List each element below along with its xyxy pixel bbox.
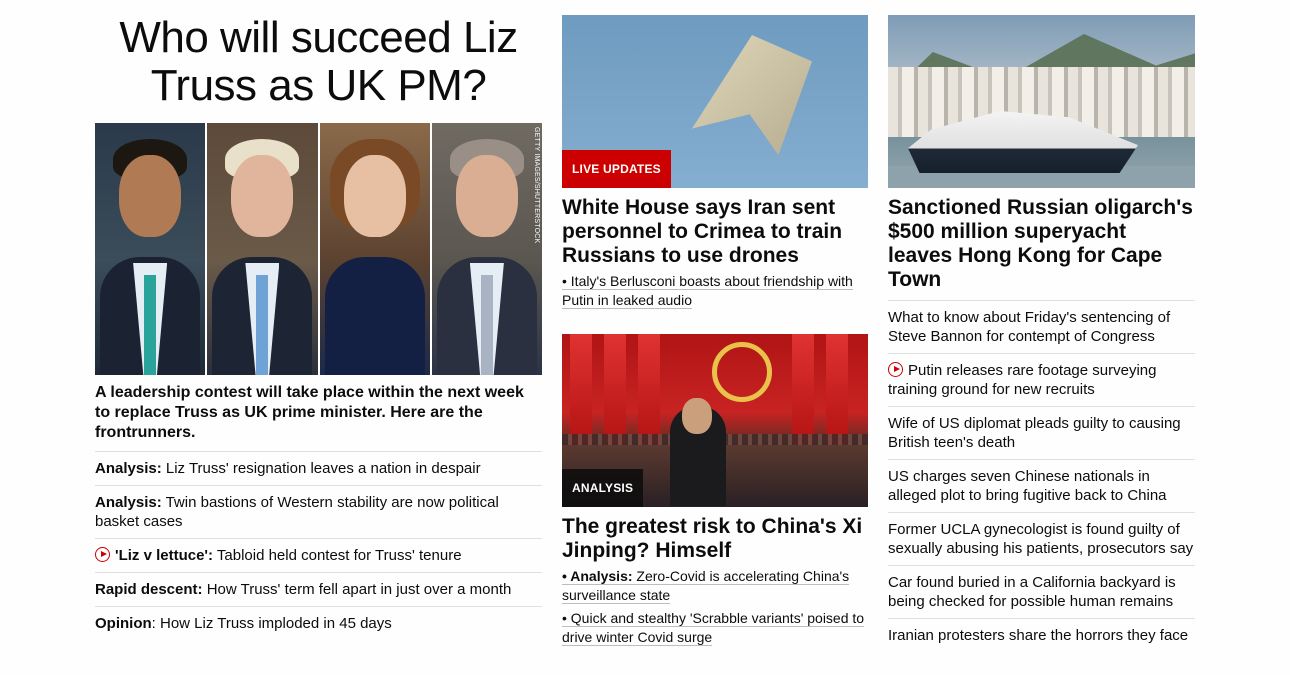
drone-image[interactable]: LIVE UPDATES xyxy=(562,15,868,188)
drone-shape xyxy=(692,35,812,155)
list-item[interactable]: Analysis: Twin bastions of Western stabi… xyxy=(95,486,542,539)
portrait-panel xyxy=(207,123,320,375)
image-credit: GETTY IMAGES/SHUTTERSTOCK xyxy=(533,127,540,244)
link-prefix: • Analysis: xyxy=(562,568,633,584)
story-title[interactable]: The greatest risk to China's Xi Jinping?… xyxy=(562,515,868,563)
link-text: : How Liz Truss imploded in 45 days xyxy=(151,615,392,632)
link-text: Liz Truss' resignation leaves a nation i… xyxy=(161,460,481,477)
list-item[interactable]: Wife of US diplomat pleads guilty to cau… xyxy=(888,407,1195,460)
frontrunners-image[interactable]: GETTY IMAGES/SHUTTERSTOCK xyxy=(95,123,542,375)
live-updates-badge: LIVE UPDATES xyxy=(562,150,671,188)
link-prefix: Analysis: xyxy=(95,460,162,477)
list-item[interactable]: Car found buried in a California backyar… xyxy=(888,566,1195,619)
list-item[interactable]: US charges seven Chinese nationals in al… xyxy=(888,460,1195,513)
list-item[interactable]: 'Liz v lettuce': Tabloid held contest fo… xyxy=(95,539,542,573)
link-prefix: Rapid descent: xyxy=(95,581,203,598)
analysis-badge: ANALYSIS xyxy=(562,469,644,507)
list-item[interactable]: Putin releases rare footage surveying tr… xyxy=(888,354,1195,407)
main-headline[interactable]: Who will succeed Liz Truss as UK PM? xyxy=(95,14,542,110)
link-prefix: 'Liz v lettuce': xyxy=(115,547,213,564)
story-title[interactable]: Sanctioned Russian oligarch's $500 milli… xyxy=(888,196,1195,301)
play-icon xyxy=(95,547,110,562)
sub-link[interactable]: • Analysis: Zero-Covid is accelerating C… xyxy=(562,568,850,604)
list-item[interactable]: What to know about Friday's sentencing o… xyxy=(888,301,1195,354)
sub-link[interactable]: • Italy's Berlusconi boasts about friend… xyxy=(562,273,853,309)
related-links-list: Analysis: Liz Truss' resignation leaves … xyxy=(95,452,542,640)
portrait-panel: GETTY IMAGES/SHUTTERSTOCK xyxy=(431,123,542,375)
list-item[interactable]: Rapid descent: How Truss' term fell apar… xyxy=(95,573,542,607)
link-text: How Truss' term fell apart in just over … xyxy=(202,581,512,598)
portrait-panel xyxy=(95,123,208,375)
main-story-column: Who will succeed Liz Truss as UK PM? GET… xyxy=(95,14,542,640)
sub-link-block: • Quick and stealthy 'Scrabble variants'… xyxy=(562,609,868,647)
link-text: Tabloid held contest for Truss' tenure xyxy=(212,547,462,564)
right-story-column: Sanctioned Russian oligarch's $500 milli… xyxy=(888,15,1195,652)
play-icon xyxy=(888,362,903,377)
link-prefix: Opinion xyxy=(95,615,152,632)
list-item[interactable]: Opinion: How Liz Truss imploded in 45 da… xyxy=(95,607,542,640)
sub-link-block: • Analysis: Zero-Covid is accelerating C… xyxy=(562,567,868,605)
link-text: Putin releases rare footage surveying tr… xyxy=(888,362,1157,398)
party-congress-image[interactable]: ANALYSIS xyxy=(562,334,868,507)
list-item[interactable]: Analysis: Liz Truss' resignation leaves … xyxy=(95,452,542,486)
headline-list: What to know about Friday's sentencing o… xyxy=(888,301,1195,652)
link-prefix: Analysis: xyxy=(95,494,162,511)
story-title[interactable]: White House says Iran sent personnel to … xyxy=(562,196,868,268)
list-item[interactable]: Iranian protesters share the horrors the… xyxy=(888,619,1195,652)
sub-link-block: • Italy's Berlusconi boasts about friend… xyxy=(562,272,868,310)
main-description[interactable]: A leadership contest will take place wit… xyxy=(95,383,542,452)
middle-story-column: LIVE UPDATES White House says Iran sent … xyxy=(562,15,868,647)
list-item[interactable]: Former UCLA gynecologist is found guilty… xyxy=(888,513,1195,566)
sub-link[interactable]: • Quick and stealthy 'Scrabble variants'… xyxy=(562,610,865,646)
portrait-panel xyxy=(319,123,432,375)
emblem-icon xyxy=(712,342,772,402)
superyacht-image[interactable] xyxy=(888,15,1195,188)
